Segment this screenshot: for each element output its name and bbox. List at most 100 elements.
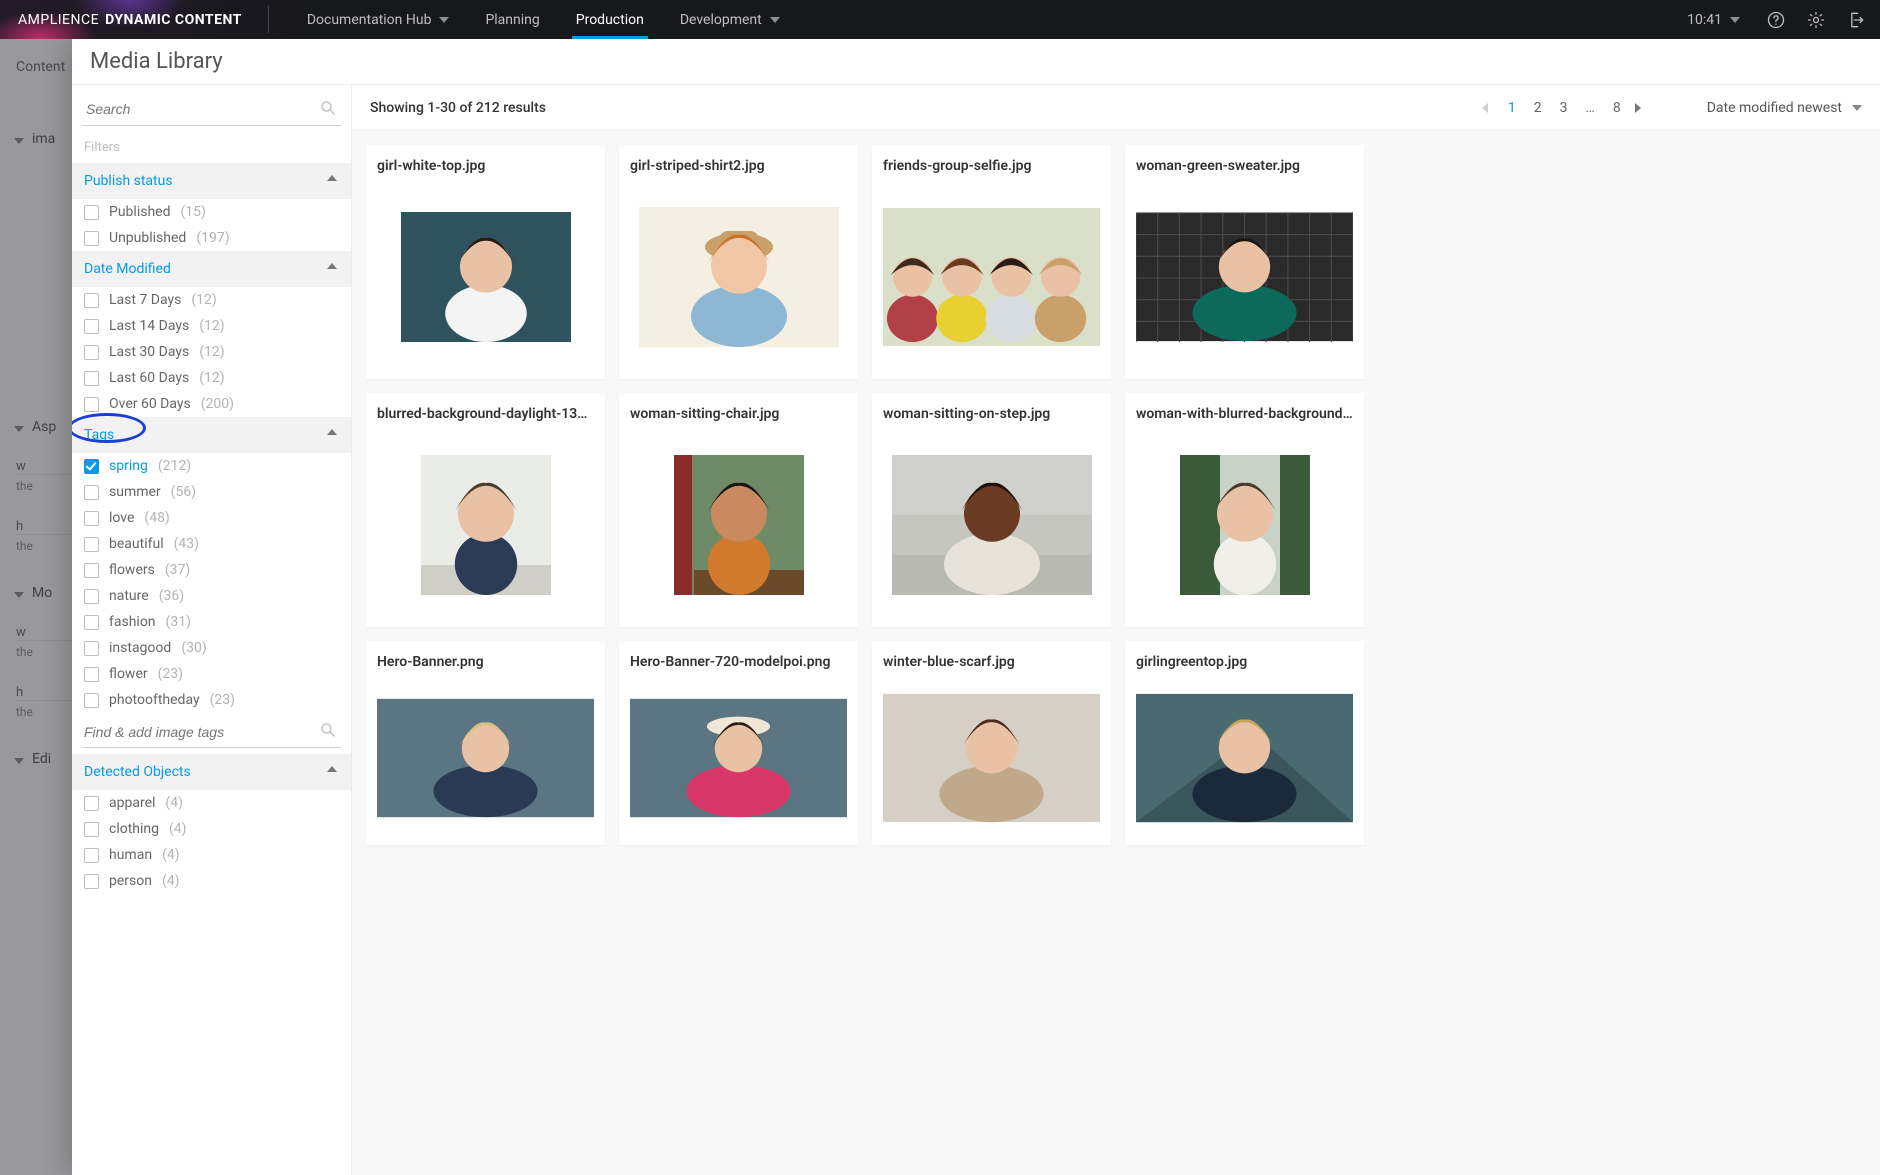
tag-search-input[interactable] (82, 717, 341, 748)
hub-selector[interactable]: Documentation Hub (289, 0, 468, 39)
filter-option-tags-flowers[interactable]: flowers (37) (72, 557, 351, 583)
filter-option-objects-human[interactable]: human (4) (72, 842, 351, 868)
checkbox[interactable] (84, 345, 99, 360)
asset-thumbnail (377, 432, 594, 618)
divider (268, 6, 269, 33)
checkbox[interactable] (84, 693, 99, 708)
asset-card[interactable]: winter-blue-scarf.jpg (872, 641, 1111, 845)
asset-thumbnail (377, 184, 594, 370)
checkbox[interactable] (84, 459, 99, 474)
nav-tab-development[interactable]: Development (662, 0, 798, 39)
checkbox[interactable] (84, 371, 99, 386)
filter-option-tags-instagood[interactable]: instagood (30) (72, 635, 351, 661)
checkbox[interactable] (84, 511, 99, 526)
filter-sidebar: Filters Publish status Published (15)Unp… (72, 85, 352, 1175)
top-navbar: AMPLIENCE DYNAMIC CONTENT Documentation … (0, 0, 1880, 39)
chevron-down-icon (770, 17, 780, 23)
checkbox[interactable] (84, 615, 99, 630)
checkbox[interactable] (84, 874, 99, 889)
filter-option-tags-summer[interactable]: summer (56) (72, 479, 351, 505)
search-field-wrap (82, 93, 341, 126)
filter-option-label: Last 7 Days (109, 292, 181, 308)
filter-option-date-last-60-days[interactable]: Last 60 Days (12) (72, 365, 351, 391)
asset-filename: Hero-Banner.png (377, 654, 594, 670)
logout-icon[interactable] (1846, 10, 1866, 30)
checkbox[interactable] (84, 537, 99, 552)
checkbox[interactable] (84, 231, 99, 246)
filter-option-tags-photooftheday[interactable]: photooftheday (23) (72, 687, 351, 713)
filter-group-date-modified-label: Date Modified (84, 261, 171, 277)
asset-card[interactable]: blurred-background-daylight-135302… (366, 393, 605, 627)
checkbox[interactable] (84, 641, 99, 656)
filter-option-label: spring (109, 458, 148, 474)
asset-filename: winter-blue-scarf.jpg (883, 654, 1100, 670)
page-number-2[interactable]: 2 (1534, 100, 1542, 116)
page-number-3[interactable]: 3 (1560, 100, 1568, 116)
asset-filename: blurred-background-daylight-135302… (377, 406, 594, 422)
checkbox[interactable] (84, 205, 99, 220)
tag-search-wrap (82, 717, 341, 748)
filter-option-objects-clothing[interactable]: clothing (4) (72, 816, 351, 842)
asset-card[interactable]: girl-striped-shirt2.jpg (619, 145, 858, 379)
filter-option-date-last-7-days[interactable]: Last 7 Days (12) (72, 287, 351, 313)
filter-option-objects-apparel[interactable]: apparel (4) (72, 790, 351, 816)
asset-filename: girl-white-top.jpg (377, 158, 594, 174)
page-number-8[interactable]: 8 (1613, 100, 1621, 116)
filter-option-tags-nature[interactable]: nature (36) (72, 583, 351, 609)
filter-option-publish-published[interactable]: Published (15) (72, 199, 351, 225)
filter-option-publish-unpublished[interactable]: Unpublished (197) (72, 225, 351, 251)
asset-card[interactable]: Hero-Banner.png (366, 641, 605, 845)
sort-selector[interactable]: Date modified newest (1707, 100, 1862, 116)
asset-card[interactable]: woman-with-blurred-background-93… (1125, 393, 1364, 627)
filter-group-detected-objects[interactable]: Detected Objects (72, 754, 351, 790)
filter-option-count: (4) (162, 873, 180, 889)
brand: AMPLIENCE DYNAMIC CONTENT (18, 0, 242, 39)
nav-tab-label: Development (680, 12, 762, 28)
asset-card[interactable]: girl-white-top.jpg (366, 145, 605, 379)
nav-tab-planning[interactable]: Planning (467, 0, 557, 39)
settings-icon[interactable] (1806, 10, 1826, 30)
checkbox[interactable] (84, 796, 99, 811)
checkbox[interactable] (84, 397, 99, 412)
asset-card[interactable]: woman-sitting-chair.jpg (619, 393, 858, 627)
page-next-icon[interactable] (1635, 102, 1647, 114)
filter-option-date-last-14-days[interactable]: Last 14 Days (12) (72, 313, 351, 339)
checkbox[interactable] (84, 485, 99, 500)
search-input[interactable] (82, 93, 341, 126)
asset-card[interactable]: girlingreentop.jpg (1125, 641, 1364, 845)
filter-option-date-last-30-days[interactable]: Last 30 Days (12) (72, 339, 351, 365)
asset-card[interactable]: woman-green-sweater.jpg (1125, 145, 1364, 379)
filter-option-count: (12) (191, 292, 216, 308)
filter-group-publish-status[interactable]: Publish status (72, 163, 351, 199)
asset-card[interactable]: woman-sitting-on-step.jpg (872, 393, 1111, 627)
checkbox[interactable] (84, 563, 99, 578)
filter-option-tags-fashion[interactable]: fashion (31) (72, 609, 351, 635)
asset-thumbnail (883, 680, 1100, 836)
page-number-1[interactable]: 1 (1508, 100, 1516, 116)
clock[interactable]: 10:41 (1681, 12, 1746, 28)
checkbox[interactable] (84, 319, 99, 334)
search-icon[interactable] (319, 721, 337, 743)
nav-tab-production[interactable]: Production (558, 0, 662, 39)
filter-group-date-modified[interactable]: Date Modified (72, 251, 351, 287)
search-icon[interactable] (319, 99, 337, 121)
checkbox[interactable] (84, 667, 99, 682)
chevron-down-icon (439, 17, 449, 23)
filter-option-tags-beautiful[interactable]: beautiful (43) (72, 531, 351, 557)
filter-option-tags-love[interactable]: love (48) (72, 505, 351, 531)
page-prev-icon[interactable] (1482, 102, 1494, 114)
checkbox[interactable] (84, 589, 99, 604)
help-icon[interactable] (1766, 10, 1786, 30)
chevron-up-icon (327, 263, 339, 275)
checkbox[interactable] (84, 848, 99, 863)
filter-option-tags-spring[interactable]: spring (212) (72, 453, 351, 479)
checkbox[interactable] (84, 822, 99, 837)
checkbox[interactable] (84, 293, 99, 308)
filter-option-date-over-60-days[interactable]: Over 60 Days (200) (72, 391, 351, 417)
filter-option-tags-flower[interactable]: flower (23) (72, 661, 351, 687)
filter-option-label: flowers (109, 562, 155, 578)
asset-card[interactable]: Hero-Banner-720-modelpoi.png (619, 641, 858, 845)
filter-group-tags[interactable]: Tags (72, 417, 351, 453)
filter-option-objects-person[interactable]: person (4) (72, 868, 351, 894)
asset-card[interactable]: friends-group-selfie.jpg (872, 145, 1111, 379)
